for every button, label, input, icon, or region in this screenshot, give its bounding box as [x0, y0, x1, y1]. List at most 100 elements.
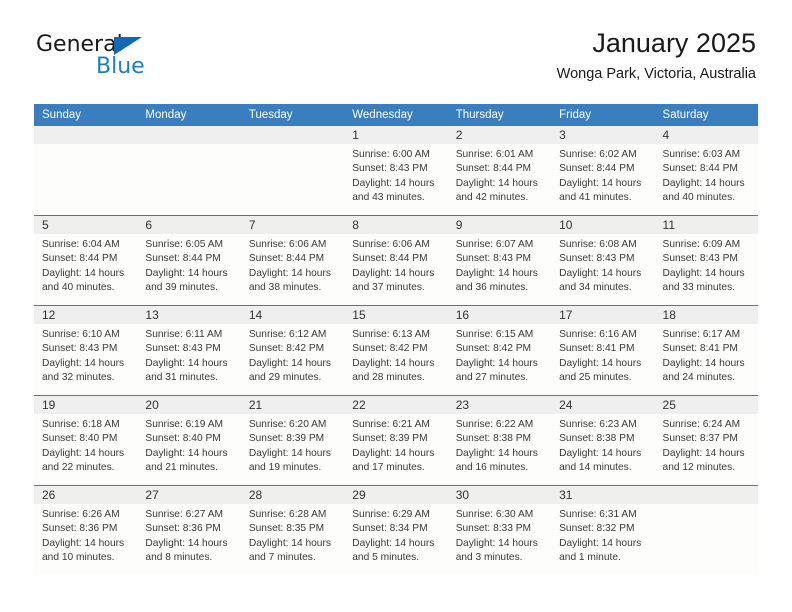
- calendar-cell-day-28[interactable]: Sunrise: 6:28 AM Sunset: 8:35 PM Daylight:…: [241, 504, 344, 575]
- calendar-cell-day-6[interactable]: Sunrise: 6:05 AM Sunset: 8:44 PM Daylight:…: [137, 234, 240, 305]
- day-number-16[interactable]: 16: [448, 306, 551, 324]
- day-header-monday: Monday: [145, 109, 187, 121]
- cell-detail-line: Sunset: 8:43 PM: [352, 163, 428, 175]
- cell-detail-line: and 34 minutes.: [559, 281, 632, 293]
- calendar-cell-day-5[interactable]: Sunrise: 6:04 AM Sunset: 8:44 PM Daylight:…: [34, 234, 137, 305]
- calendar-cell-day-27[interactable]: Sunrise: 6:27 AM Sunset: 8:36 PM Daylight:…: [137, 504, 240, 575]
- calendar-cell-day-11[interactable]: Sunrise: 6:09 AM Sunset: 8:43 PM Daylight:…: [655, 234, 758, 305]
- day-number-7[interactable]: 7: [241, 216, 344, 234]
- calendar-cell-day-4[interactable]: Sunrise: 6:03 AM Sunset: 8:44 PM Daylight:…: [655, 144, 758, 215]
- calendar-cell-day-16[interactable]: Sunrise: 6:15 AM Sunset: 8:42 PM Daylight:…: [448, 324, 551, 395]
- calendar-cell-day-12[interactable]: Sunrise: 6:10 AM Sunset: 8:43 PM Daylight:…: [34, 324, 137, 395]
- calendar-cell-day-21[interactable]: Sunrise: 6:20 AM Sunset: 8:39 PM Daylight:…: [241, 414, 344, 485]
- calendar-cell-day-9[interactable]: Sunrise: 6:07 AM Sunset: 8:43 PM Daylight:…: [448, 234, 551, 305]
- cell-detail-line: and 1 minute.: [559, 551, 621, 563]
- calendar-cell-day-7[interactable]: Sunrise: 6:06 AM Sunset: 8:44 PM Daylight:…: [241, 234, 344, 305]
- calendar-cell-day-26[interactable]: Sunrise: 6:26 AM Sunset: 8:36 PM Daylight:…: [34, 504, 137, 575]
- calendar-cell-day-30[interactable]: Sunrise: 6:30 AM Sunset: 8:33 PM Daylight:…: [448, 504, 551, 575]
- cell-detail-line: and 40 minutes.: [42, 281, 115, 293]
- calendar-cell-day-20[interactable]: Sunrise: 6:19 AM Sunset: 8:40 PM Daylight:…: [137, 414, 240, 485]
- day-number-23[interactable]: 23: [448, 396, 551, 414]
- day-number-29[interactable]: 29: [344, 486, 447, 504]
- calendar-cell-day-15[interactable]: Sunrise: 6:13 AM Sunset: 8:42 PM Daylight:…: [344, 324, 447, 395]
- calendar-cell-day-29[interactable]: Sunrise: 6:29 AM Sunset: 8:34 PM Daylight:…: [344, 504, 447, 575]
- day-number-24[interactable]: 24: [551, 396, 654, 414]
- day-number-19[interactable]: 19: [34, 396, 137, 414]
- day-number-17[interactable]: 17: [551, 306, 654, 324]
- day-number-31[interactable]: 31: [551, 486, 654, 504]
- calendar-cell-day-13[interactable]: Sunrise: 6:11 AM Sunset: 8:43 PM Daylight:…: [137, 324, 240, 395]
- cell-detail-line: Sunset: 8:44 PM: [145, 253, 221, 265]
- calendar-cell-day-14[interactable]: Sunrise: 6:12 AM Sunset: 8:42 PM Daylight:…: [241, 324, 344, 395]
- cell-detail-line: Sunset: 8:43 PM: [455, 253, 532, 265]
- cell-detail-line: and 5 minutes.: [352, 551, 420, 563]
- cell-detail-line: Sunrise: 6:04 AM: [42, 239, 120, 250]
- calendar-cell-day-10[interactable]: Sunrise: 6:08 AM Sunset: 8:43 PM Daylight:…: [551, 234, 654, 305]
- day-number-22[interactable]: 22: [344, 396, 447, 414]
- cell-detail-line: Daylight: 14 hours: [42, 267, 125, 279]
- day-number-12[interactable]: 12: [34, 306, 137, 324]
- cell-detail-line: Sunrise: 6:09 AM: [662, 239, 741, 250]
- cell-detail-line: and 19 minutes.: [248, 461, 322, 473]
- calendar-cell-day-25[interactable]: Sunrise: 6:24 AM Sunset: 8:37 PM Daylight:…: [655, 414, 758, 485]
- day-number-6[interactable]: 6: [137, 216, 240, 234]
- cell-detail-line: and 7 minutes.: [248, 551, 316, 563]
- day-number-25[interactable]: 25: [655, 396, 758, 414]
- day-number-9[interactable]: 9: [448, 216, 551, 234]
- cell-detail-line: Sunrise: 6:19 AM: [145, 419, 224, 430]
- calendar-cell-day-1[interactable]: Sunrise: 6:00 AM Sunset: 8:43 PM Daylight:…: [344, 144, 447, 215]
- day-number-14[interactable]: 14: [241, 306, 344, 324]
- calendar-cell-day-3[interactable]: Sunrise: 6:02 AM Sunset: 8:44 PM Daylight:…: [551, 144, 654, 215]
- cell-detail-line: and 28 minutes.: [352, 371, 425, 383]
- cell-detail-line: Sunset: 8:43 PM: [42, 343, 118, 355]
- cell-detail-line: Sunrise: 6:31 AM: [559, 509, 637, 520]
- calendar-cell-day-24[interactable]: Sunrise: 6:23 AM Sunset: 8:38 PM Daylight:…: [551, 414, 654, 485]
- cell-detail-line: Sunrise: 6:30 AM: [455, 509, 534, 520]
- cell-detail-line: and 40 minutes.: [662, 191, 736, 203]
- week-date-number-band: 26 27 28 29 30 31: [34, 486, 758, 504]
- cell-detail-line: and 41 minutes.: [559, 191, 632, 203]
- cell-detail-line: Sunset: 8:42 PM: [352, 343, 428, 355]
- day-number-11[interactable]: 11: [655, 216, 758, 234]
- cell-detail-line: Sunrise: 6:01 AM: [455, 149, 534, 160]
- cell-detail-line: and 21 minutes.: [145, 461, 218, 473]
- day-number-3[interactable]: 3: [551, 126, 654, 144]
- general-blue-logo[interactable]: General Blue: [36, 32, 216, 80]
- cell-detail-line: Sunrise: 6:15 AM: [455, 329, 534, 340]
- cell-detail-line: and 16 minutes.: [455, 461, 529, 473]
- day-number-13[interactable]: 13: [137, 306, 240, 324]
- calendar-cell-day-8[interactable]: Sunrise: 6:06 AM Sunset: 8:44 PM Daylight:…: [344, 234, 447, 305]
- cell-detail-line: Sunrise: 6:27 AM: [145, 509, 224, 520]
- cell-detail-line: Sunset: 8:44 PM: [42, 253, 118, 265]
- cell-detail-line: and 10 minutes.: [42, 551, 115, 563]
- day-number-4[interactable]: 4: [655, 126, 758, 144]
- day-number-1[interactable]: 1: [344, 126, 447, 144]
- cell-detail-line: Sunrise: 6:06 AM: [248, 239, 327, 250]
- day-number-21[interactable]: 21: [241, 396, 344, 414]
- day-number-26[interactable]: 26: [34, 486, 137, 504]
- day-number-30[interactable]: 30: [448, 486, 551, 504]
- day-number-5[interactable]: 5: [34, 216, 137, 234]
- calendar-cell-empty: [241, 144, 344, 215]
- calendar-cell-day-23[interactable]: Sunrise: 6:22 AM Sunset: 8:38 PM Daylight:…: [448, 414, 551, 485]
- day-number-28[interactable]: 28: [241, 486, 344, 504]
- day-number-10[interactable]: 10: [551, 216, 654, 234]
- calendar-cell-day-31[interactable]: Sunrise: 6:31 AM Sunset: 8:32 PM Daylight:…: [551, 504, 654, 575]
- day-number-20[interactable]: 20: [137, 396, 240, 414]
- day-number-8[interactable]: 8: [344, 216, 447, 234]
- day-number-27[interactable]: 27: [137, 486, 240, 504]
- cell-detail-line: Daylight: 14 hours: [559, 357, 642, 369]
- calendar-cell-day-19[interactable]: Sunrise: 6:18 AM Sunset: 8:40 PM Daylight:…: [34, 414, 137, 485]
- cell-detail-line: Daylight: 14 hours: [42, 537, 125, 549]
- week-date-number-band: 1234: [34, 126, 758, 144]
- day-number-15[interactable]: 15: [344, 306, 447, 324]
- cell-detail-line: and 36 minutes.: [455, 281, 529, 293]
- calendar-cell-day-18[interactable]: Sunrise: 6:17 AM Sunset: 8:41 PM Daylight:…: [655, 324, 758, 395]
- day-number-2[interactable]: 2: [448, 126, 551, 144]
- calendar-cell-day-22[interactable]: Sunrise: 6:21 AM Sunset: 8:39 PM Daylight:…: [344, 414, 447, 485]
- cell-detail-line: Sunset: 8:38 PM: [455, 433, 532, 445]
- calendar-cell-day-2[interactable]: Sunrise: 6:01 AM Sunset: 8:44 PM Daylight:…: [448, 144, 551, 215]
- day-number-18[interactable]: 18: [655, 306, 758, 324]
- calendar-cell-day-17[interactable]: Sunrise: 6:16 AM Sunset: 8:41 PM Daylight:…: [551, 324, 654, 395]
- cell-detail-line: Sunrise: 6:23 AM: [559, 419, 637, 430]
